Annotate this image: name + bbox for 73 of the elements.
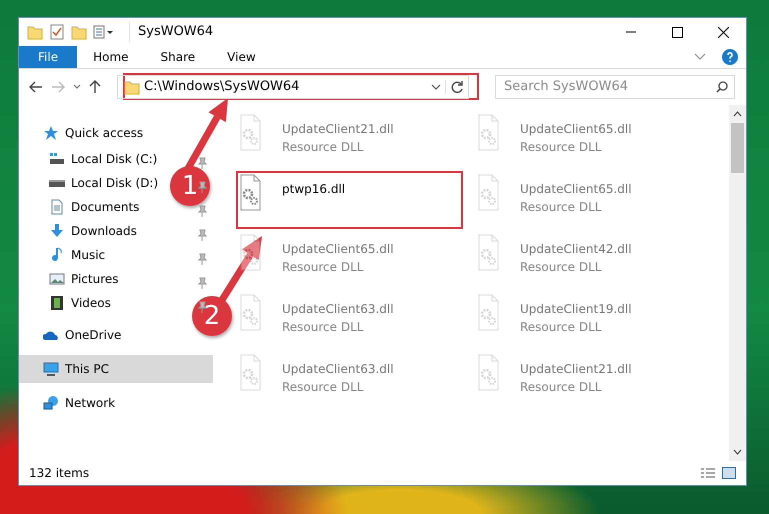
computer-icon	[43, 361, 59, 377]
dll-file-icon	[239, 114, 262, 151]
pointer-arrow	[219, 236, 262, 302]
properties-icon	[49, 24, 65, 40]
nav-item[interactable]: Music	[19, 243, 114, 267]
search-box[interactable]: Search SysWOW64	[495, 75, 735, 99]
file-item[interactable]: UpdateClient21.dll Resource DLL	[473, 351, 636, 399]
nav-item[interactable]: Documents	[19, 195, 148, 219]
picture-icon	[49, 271, 65, 287]
file-item[interactable]: UpdateClient65.dll Resource DLL	[473, 171, 636, 219]
file-item[interactable]: UpdateClient65.dll Resource DLL	[473, 111, 636, 159]
new-folder-icon	[71, 24, 87, 40]
pin-icon[interactable]	[197, 204, 207, 217]
window-title: SysWOW64	[129, 22, 214, 42]
maximize-icon[interactable]	[672, 26, 682, 38]
recent-locations-icon[interactable]	[73, 84, 81, 90]
scroll-thumb[interactable]	[731, 123, 744, 173]
nav-item[interactable]: OneDrive	[19, 321, 130, 349]
search-icon	[716, 81, 728, 93]
dll-file-icon	[239, 294, 262, 331]
file-item[interactable]: UpdateClient63.dll Resource DLL	[235, 351, 398, 399]
network-icon	[43, 395, 59, 411]
dropdown-icon[interactable]	[431, 84, 441, 90]
customize-icon[interactable]	[93, 24, 115, 40]
pin-icon[interactable]	[197, 180, 207, 193]
dll-file-icon	[477, 294, 500, 331]
file-item[interactable]: UpdateClient63.dll Resource DLL	[235, 291, 398, 339]
nav-item[interactable]: Downloads	[19, 219, 145, 243]
minimize-icon[interactable]	[626, 31, 636, 33]
file-item[interactable]: UpdateClient21.dll Resource DLL	[235, 111, 398, 159]
dll-file-icon	[239, 354, 262, 391]
pin-icon[interactable]	[197, 276, 207, 289]
folder-icon	[27, 24, 43, 40]
pin-icon[interactable]	[197, 252, 207, 265]
download-arrow-icon	[49, 223, 65, 239]
dll-file-icon	[239, 174, 262, 211]
dll-file-icon	[477, 174, 500, 211]
file-item[interactable]: UpdateClient42.dll Resource DLL	[473, 231, 636, 279]
ribbon-tab[interactable]: Share	[144, 46, 212, 68]
folder-icon	[124, 79, 140, 95]
drive-icon	[49, 180, 65, 186]
dll-file-icon	[477, 114, 500, 151]
address-bar[interactable]: C:\Windows\SysWOW64	[117, 75, 469, 99]
file-item[interactable]: UpdateClient19.dll Resource DLL	[473, 291, 636, 339]
scroll-up-icon[interactable]	[733, 111, 742, 117]
document-icon	[49, 199, 65, 215]
up-icon[interactable]	[89, 80, 101, 94]
file-item[interactable]: ptwp16.dll	[235, 171, 350, 214]
ribbon-tab[interactable]: Home	[77, 46, 145, 68]
star-icon	[43, 125, 59, 141]
scroll-down-icon[interactable]	[733, 449, 742, 455]
pin-icon[interactable]	[197, 156, 207, 169]
nav-item[interactable]: Pictures	[19, 267, 127, 291]
nav-item[interactable]: Local Disk (C:)	[19, 147, 166, 171]
ribbon-tab[interactable]: View	[211, 46, 272, 68]
drive-icon	[49, 151, 65, 167]
details-view-icon[interactable]	[700, 467, 716, 479]
help-icon[interactable]	[722, 49, 738, 65]
close-icon[interactable]	[718, 26, 728, 38]
dll-file-icon	[477, 234, 500, 271]
nav-item[interactable]: Network	[19, 389, 124, 417]
film-icon	[49, 295, 65, 311]
nav-item[interactable]: Quick access	[19, 119, 152, 147]
pin-icon[interactable]	[197, 228, 207, 241]
file-menu-button[interactable]: File	[19, 46, 78, 68]
pin-icon[interactable]	[197, 300, 207, 313]
large-icons-view-icon[interactable]	[722, 467, 736, 479]
dll-file-icon	[477, 354, 500, 391]
back-icon[interactable]	[29, 81, 43, 93]
nav-item[interactable]: This PC	[19, 355, 213, 383]
item-count: 132 items	[29, 465, 90, 482]
scrollbar[interactable]	[729, 105, 746, 461]
expand-ribbon-icon[interactable]	[694, 53, 706, 61]
